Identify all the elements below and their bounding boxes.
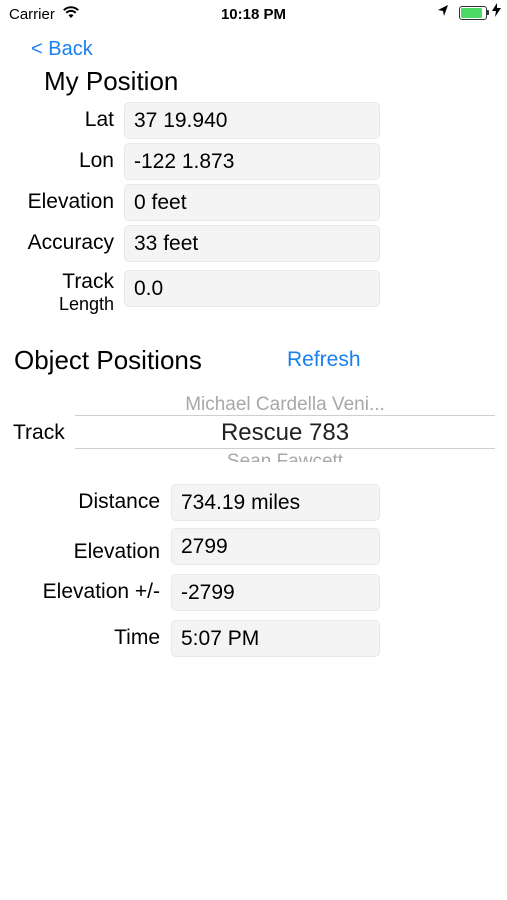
distance-field[interactable]: 734.19 miles <box>171 484 380 521</box>
elevation-diff-field[interactable]: -2799 <box>171 574 380 611</box>
time-field[interactable]: 5:07 PM <box>171 620 380 657</box>
accuracy-label: Accuracy <box>27 231 114 254</box>
status-bar: Carrier 10:18 PM <box>0 0 507 30</box>
refresh-button[interactable]: Refresh <box>287 348 361 372</box>
battery-icon <box>459 6 487 20</box>
track-length-label: Track Length <box>0 271 114 315</box>
picker-item-above[interactable]: Michael Cardella Veni... <box>75 396 495 413</box>
distance-label: Distance <box>78 490 160 513</box>
picker-item-below[interactable]: Sean Fawcett <box>75 452 495 462</box>
lon-label: Lon <box>78 149 114 172</box>
elevation-diff-label: Elevation +/- <box>42 580 160 603</box>
lat-label: Lat <box>84 108 114 131</box>
picker-item-selected[interactable]: Rescue 783 <box>75 419 495 447</box>
elevation-field[interactable]: 0 feet <box>124 184 380 221</box>
my-position-title: My Position <box>44 66 179 96</box>
elevation-label: Elevation <box>27 190 114 213</box>
object-elevation-field[interactable]: 2799 <box>171 528 380 565</box>
status-time: 10:18 PM <box>220 6 287 23</box>
time-label: Time <box>114 626 160 649</box>
battery-fill <box>461 8 482 18</box>
charging-bolt-icon <box>492 3 501 20</box>
lat-field[interactable]: 37 19.940 <box>124 102 380 139</box>
lon-field[interactable]: -122 1.873 <box>124 143 380 180</box>
back-button[interactable]: < Back <box>31 38 93 61</box>
picker-divider-bottom <box>75 448 495 449</box>
object-positions-title: Object Positions <box>14 345 202 375</box>
track-picker[interactable]: Michael Cardella Veni... Rescue 783 Sean… <box>0 390 507 465</box>
track-length-label-line2: Length <box>58 294 114 314</box>
track-length-label-line1: Track <box>62 270 114 293</box>
object-elevation-label: Elevation <box>73 540 160 563</box>
accuracy-field[interactable]: 33 feet <box>124 225 380 262</box>
location-arrow-icon <box>437 4 449 21</box>
picker-divider-top <box>75 415 495 416</box>
battery-cap <box>487 10 489 15</box>
track-length-field[interactable]: 0.0 <box>124 270 380 307</box>
